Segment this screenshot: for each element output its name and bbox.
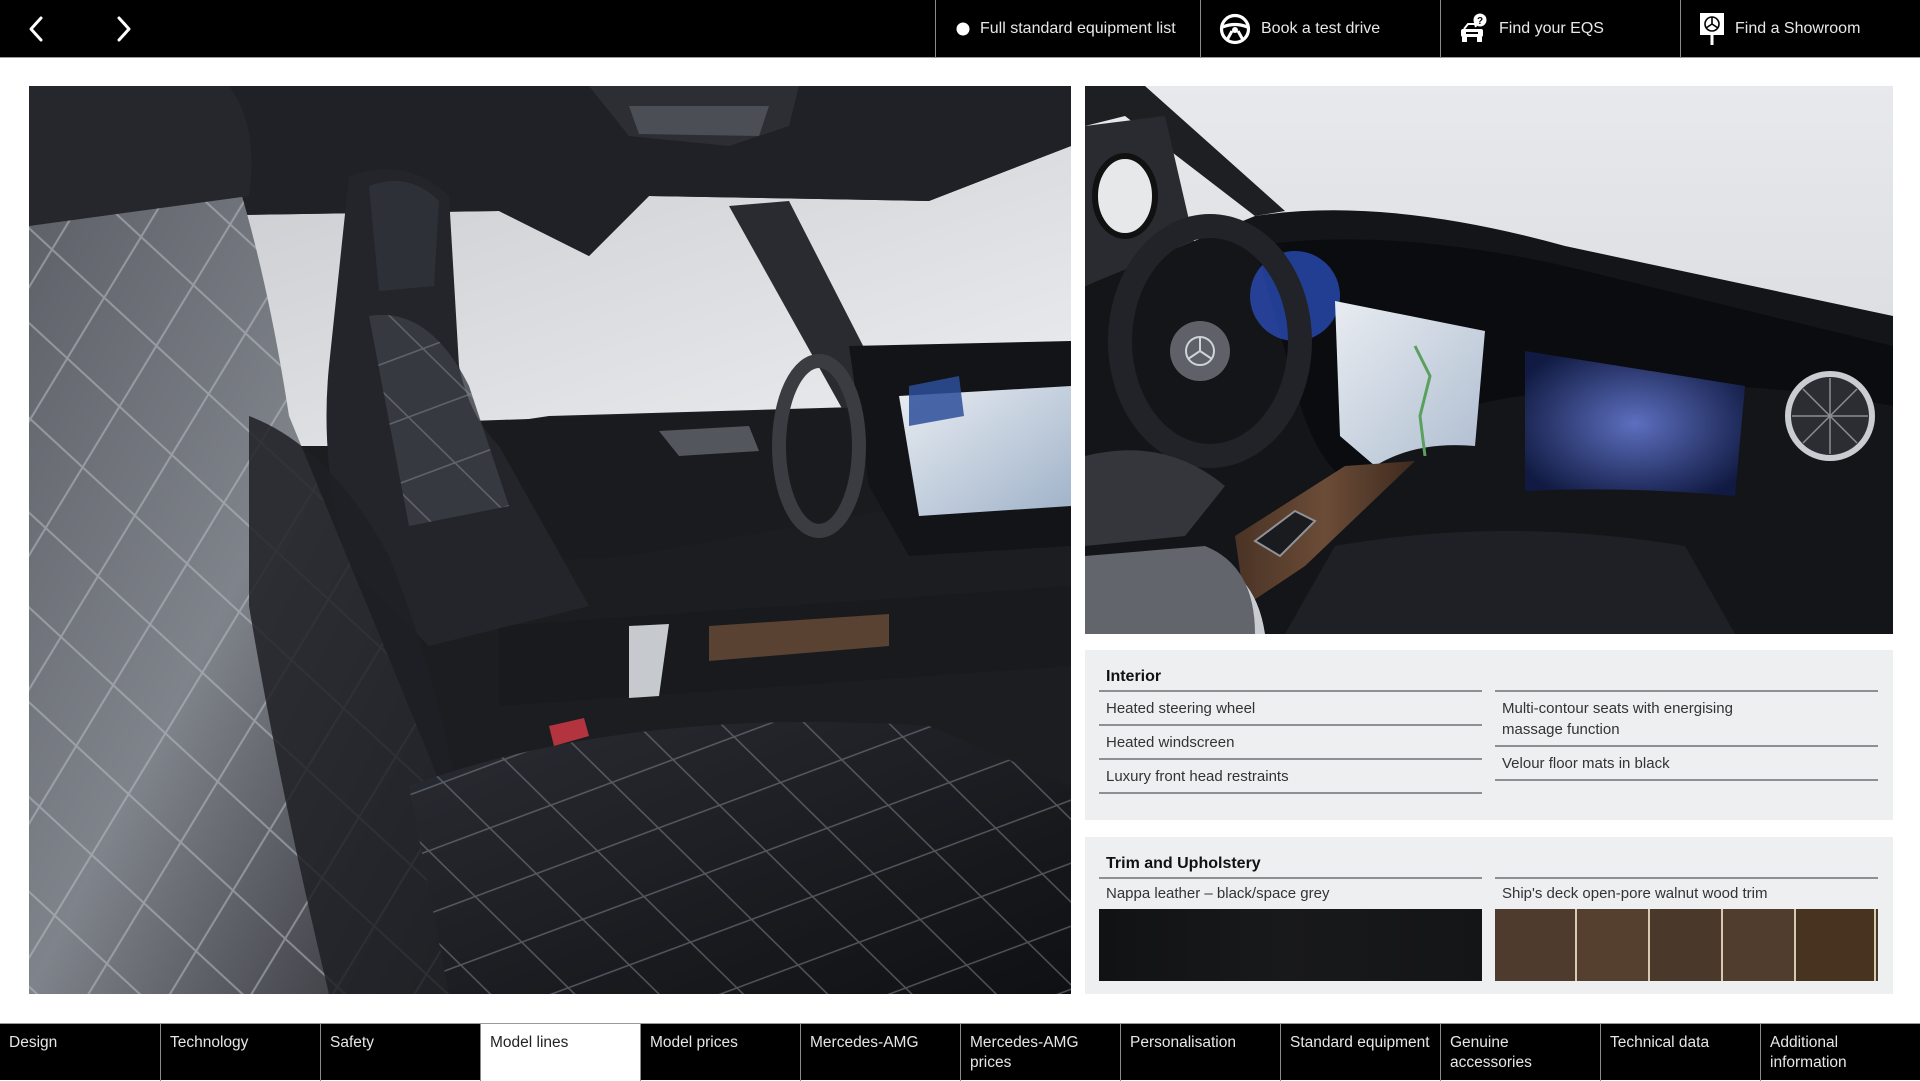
interior-panel: Interior Heated steering wheel Heated wi… bbox=[1085, 650, 1893, 820]
dot-icon bbox=[956, 22, 970, 36]
wood-swatch-label: Ship's deck open-pore walnut wood trim bbox=[1502, 885, 1768, 902]
nav-safety[interactable]: Safety bbox=[320, 1024, 480, 1081]
chevron-right-icon bbox=[117, 16, 131, 42]
trim-upholstery-panel: Trim and Upholstery Nappa leather – blac… bbox=[1085, 837, 1893, 994]
nav-genuine-accessories[interactable]: Genuine accessories bbox=[1440, 1024, 1600, 1081]
wood-swatch bbox=[1495, 909, 1878, 981]
find-showroom-label: Find a Showroom bbox=[1735, 20, 1861, 37]
nav-technical-data[interactable]: Technical data bbox=[1600, 1024, 1760, 1081]
top-bar: Full standard equipment list Book a test… bbox=[0, 0, 1920, 58]
wood-plank bbox=[1796, 909, 1876, 981]
feature-item: Heated windscreen bbox=[1099, 726, 1482, 760]
next-page-button[interactable] bbox=[104, 10, 144, 48]
section-nav: Design Technology Safety Model lines Mod… bbox=[0, 1023, 1920, 1081]
top-links: Full standard equipment list Book a test… bbox=[935, 0, 1920, 58]
interior-list-right: Multi-contour seats with energising mass… bbox=[1495, 690, 1878, 781]
nav-technology[interactable]: Technology bbox=[160, 1024, 320, 1081]
nav-mercedes-amg-prices[interactable]: Mercedes-AMG prices bbox=[960, 1024, 1120, 1081]
steering-wheel-icon bbox=[1219, 13, 1251, 45]
leather-swatch-group: Nappa leather – black/space grey bbox=[1099, 877, 1482, 981]
dashboard-photo bbox=[1085, 86, 1893, 634]
svg-text:?: ? bbox=[1477, 16, 1483, 27]
nav-standard-equipment[interactable]: Standard equipment bbox=[1280, 1024, 1440, 1081]
wood-plank bbox=[1495, 909, 1577, 981]
nav-additional-information[interactable]: Additional information bbox=[1760, 1024, 1920, 1081]
nav-model-prices[interactable]: Model prices bbox=[640, 1024, 800, 1081]
book-test-drive-link[interactable]: Book a test drive bbox=[1200, 0, 1440, 58]
full-equipment-list-label: Full standard equipment list bbox=[980, 20, 1176, 37]
showroom-sign-icon bbox=[1699, 12, 1725, 46]
chevron-left-icon bbox=[29, 16, 43, 42]
wood-plank bbox=[1723, 909, 1796, 981]
car-question-icon: ? bbox=[1459, 13, 1489, 45]
trim-title: Trim and Upholstery bbox=[1106, 855, 1261, 872]
wood-swatch-group: Ship's deck open-pore walnut wood trim bbox=[1495, 877, 1878, 981]
previous-page-button[interactable] bbox=[16, 10, 56, 48]
nav-personalisation[interactable]: Personalisation bbox=[1120, 1024, 1280, 1081]
feature-item: Velour floor mats in black bbox=[1495, 747, 1878, 781]
wood-plank bbox=[1577, 909, 1650, 981]
find-showroom-link[interactable]: Find a Showroom bbox=[1680, 0, 1920, 58]
book-test-drive-label: Book a test drive bbox=[1261, 20, 1381, 37]
interior-title: Interior bbox=[1106, 668, 1162, 685]
feature-item: Heated steering wheel bbox=[1099, 692, 1482, 726]
full-equipment-list-link[interactable]: Full standard equipment list bbox=[935, 0, 1200, 58]
wood-plank bbox=[1650, 909, 1723, 981]
nav-mercedes-amg[interactable]: Mercedes-AMG bbox=[800, 1024, 960, 1081]
leather-swatch-label: Nappa leather – black/space grey bbox=[1106, 885, 1330, 902]
interior-list-left: Heated steering wheel Heated windscreen … bbox=[1099, 690, 1482, 794]
leather-swatch bbox=[1099, 909, 1482, 981]
interior-seats-photo bbox=[29, 86, 1071, 994]
nav-design[interactable]: Design bbox=[0, 1024, 160, 1081]
feature-item: Multi-contour seats with energising mass… bbox=[1495, 692, 1878, 747]
nav-model-lines[interactable]: Model lines bbox=[480, 1024, 640, 1081]
find-your-eqs-label: Find your EQS bbox=[1499, 20, 1604, 37]
find-your-eqs-link[interactable]: ? Find your EQS bbox=[1440, 0, 1680, 58]
feature-item: Luxury front head restraints bbox=[1099, 760, 1482, 794]
